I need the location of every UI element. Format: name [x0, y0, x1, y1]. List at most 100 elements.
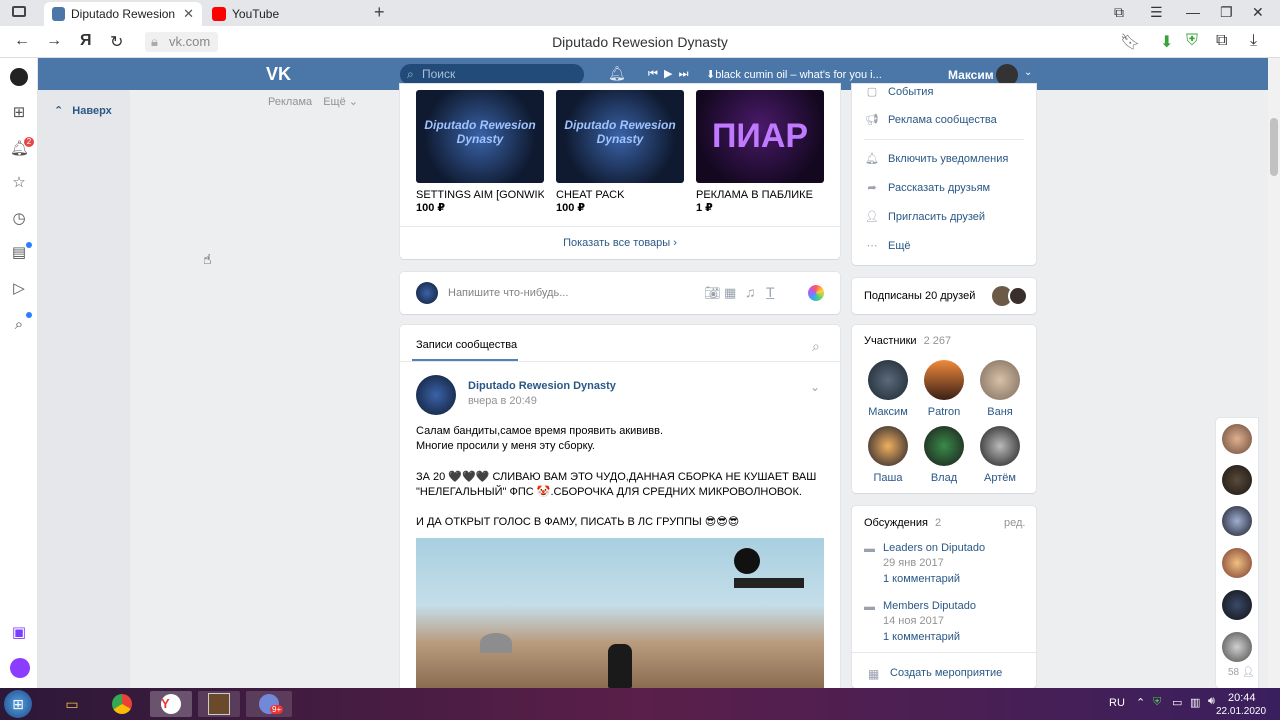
chevron-down-icon[interactable]: ⌄: [810, 380, 820, 394]
volume-icon[interactable]: 🔊︎: [1208, 695, 1215, 708]
post-author[interactable]: Diputado Rewesion Dynasty: [468, 380, 616, 392]
member-item[interactable]: Максим: [858, 360, 918, 418]
show-all-products-link[interactable]: Показать все товары ›: [400, 237, 840, 249]
collections-icon[interactable]: ▤: [10, 244, 28, 262]
menu-item-more[interactable]: ⋯ Ещё: [864, 239, 911, 252]
shield-icon[interactable]: ⛨: [1186, 32, 1198, 50]
member-item[interactable]: Ваня: [970, 360, 1030, 418]
explorer-icon[interactable]: ▭: [52, 691, 92, 717]
history-icon[interactable]: ◷: [10, 210, 28, 228]
menu-item-invite[interactable]: 👤︎ Пригласить друзей: [864, 210, 985, 223]
search-icon[interactable]: ⌕: [812, 338, 820, 355]
close-window-icon[interactable]: ✕: [1252, 4, 1264, 21]
tabs-overview-icon[interactable]: [12, 6, 26, 17]
share-icon: ➦: [867, 182, 877, 194]
menu-icon[interactable]: ☰: [1150, 4, 1163, 21]
start-button-icon[interactable]: ⊞: [4, 690, 32, 718]
search-input[interactable]: ⌕ Поиск: [400, 64, 584, 85]
security-icon[interactable]: ⛨: [1153, 696, 1161, 709]
article-icon[interactable]: T̲: [766, 284, 775, 300]
discord-icon[interactable]: 9+: [246, 691, 292, 717]
menu-item-community-ads[interactable]: 📢︎ Реклама сообщества: [864, 113, 997, 126]
maximize-icon[interactable]: ❐: [1220, 4, 1233, 21]
avatar[interactable]: [1222, 506, 1252, 536]
avatar[interactable]: [1222, 548, 1252, 578]
discussion-title[interactable]: Members Diputado: [883, 600, 976, 612]
video-icon[interactable]: ▦: [724, 285, 736, 301]
avatar: [924, 426, 964, 466]
product-card[interactable]: Diputado Rewesion Dynasty SETTINGS AIM […: [416, 90, 544, 214]
online-friends-count[interactable]: 58 👤︎: [1228, 667, 1255, 678]
avatar[interactable]: [1222, 465, 1252, 495]
avatar[interactable]: [1222, 590, 1252, 620]
clock-date[interactable]: 22.01.2020: [1216, 706, 1266, 717]
tab-community-posts[interactable]: Записи сообщества: [416, 339, 517, 351]
avatar[interactable]: [1222, 424, 1252, 454]
tab-vk[interactable]: Diputado Rewesion Dyna ✕: [44, 2, 202, 26]
bookmark-icon[interactable]: 🔖︎: [1120, 32, 1140, 52]
vk-logo-icon[interactable]: VK: [266, 64, 291, 85]
discussions-divider: [852, 652, 1036, 653]
tab-youtube[interactable]: YouTube: [204, 2, 354, 26]
avatar[interactable]: [416, 375, 456, 415]
poster-icon[interactable]: [808, 285, 824, 301]
alice-icon[interactable]: [10, 658, 30, 678]
members-title[interactable]: Участники 2 267: [864, 335, 951, 347]
megaphone-icon: 📢︎: [865, 114, 879, 126]
close-tab-icon[interactable]: ✕: [183, 6, 194, 22]
discussion-title[interactable]: Leaders on Diputado: [883, 542, 985, 554]
composer-input[interactable]: Напишите что-нибудь...: [448, 287, 568, 299]
menu-item-events[interactable]: ▢ События: [864, 85, 934, 98]
translate-icon[interactable]: ⧉: [1216, 32, 1227, 50]
product-card[interactable]: Diputado Rewesion Dynasty CHEAT PACK 100…: [556, 90, 684, 214]
download-ext-icon[interactable]: ⬇: [1160, 32, 1173, 52]
post-image[interactable]: [416, 538, 824, 688]
music-icon[interactable]: ▣: [10, 624, 28, 642]
display-icon[interactable]: ▭: [1172, 696, 1182, 709]
post-line: Многие просили у меня эту сборку.: [416, 440, 595, 452]
discussions-title[interactable]: Обсуждения 2: [864, 517, 941, 529]
lens-icon[interactable]: ⌕: [10, 316, 28, 334]
game-icon[interactable]: [198, 691, 240, 717]
bell-icon[interactable]: 🔔︎: [608, 65, 626, 82]
chrome-icon[interactable]: [102, 691, 142, 717]
downloads-icon[interactable]: ⤓: [1250, 32, 1257, 50]
member-item[interactable]: Артём: [970, 426, 1030, 484]
bookmarks-icon[interactable]: ⧉: [1114, 4, 1124, 21]
avatar-icon[interactable]: [10, 68, 28, 86]
member-item[interactable]: Влад: [914, 426, 974, 484]
tray-chevron-icon[interactable]: ⌃: [1136, 696, 1145, 709]
product-card[interactable]: ПИАР РЕКЛАМА В ПАБЛИКЕ 1 ₽: [696, 90, 824, 214]
member-item[interactable]: Паша: [858, 426, 918, 484]
chevron-down-icon[interactable]: ⌄: [1024, 67, 1032, 78]
current-track[interactable]: ⬇black cumin oil – what's for you i...: [706, 68, 882, 81]
user-name[interactable]: Максим: [948, 68, 994, 82]
scrollbar-thumb[interactable]: [1270, 118, 1278, 176]
menu-item-share[interactable]: ➦ Рассказать друзьям: [864, 181, 990, 194]
network-icon[interactable]: ▥: [1190, 696, 1200, 709]
yandex-browser-icon[interactable]: Y: [150, 691, 192, 717]
post-time[interactable]: вчера в 20:49: [468, 395, 537, 407]
music-note-icon[interactable]: ♫: [745, 284, 756, 300]
discussion-comments[interactable]: 1 комментарий: [883, 573, 960, 585]
video-icon[interactable]: ▷: [10, 280, 28, 298]
more-link[interactable]: Ещё ⌄: [323, 96, 358, 108]
new-tab-button[interactable]: +: [374, 2, 385, 23]
back-to-top-link[interactable]: ⌃ Наверх: [54, 104, 112, 117]
apps-icon[interactable]: ⊞: [10, 104, 28, 122]
language-indicator[interactable]: RU: [1109, 697, 1125, 709]
minimize-icon[interactable]: —: [1186, 4, 1200, 20]
avatar[interactable]: [996, 64, 1018, 86]
clock-time[interactable]: 20:44: [1228, 692, 1256, 704]
create-event-link[interactable]: Создать мероприятие: [890, 667, 1002, 679]
star-icon[interactable]: ☆: [10, 174, 28, 192]
menu-item-notifications[interactable]: 🔔︎ Включить уведомления: [864, 152, 1008, 165]
avatar[interactable]: [1222, 632, 1252, 662]
member-item[interactable]: Patron: [914, 360, 974, 418]
product-name: РЕКЛАМА В ПАБЛИКЕ: [696, 189, 813, 201]
player-controls[interactable]: ⏮ ▶ ⏭: [648, 67, 688, 81]
edit-link[interactable]: ред.: [1004, 517, 1025, 529]
ads-link[interactable]: Реклама: [268, 96, 312, 108]
discussion-comments[interactable]: 1 комментарий: [883, 631, 960, 643]
camera-icon[interactable]: 📷︎: [704, 285, 721, 301]
